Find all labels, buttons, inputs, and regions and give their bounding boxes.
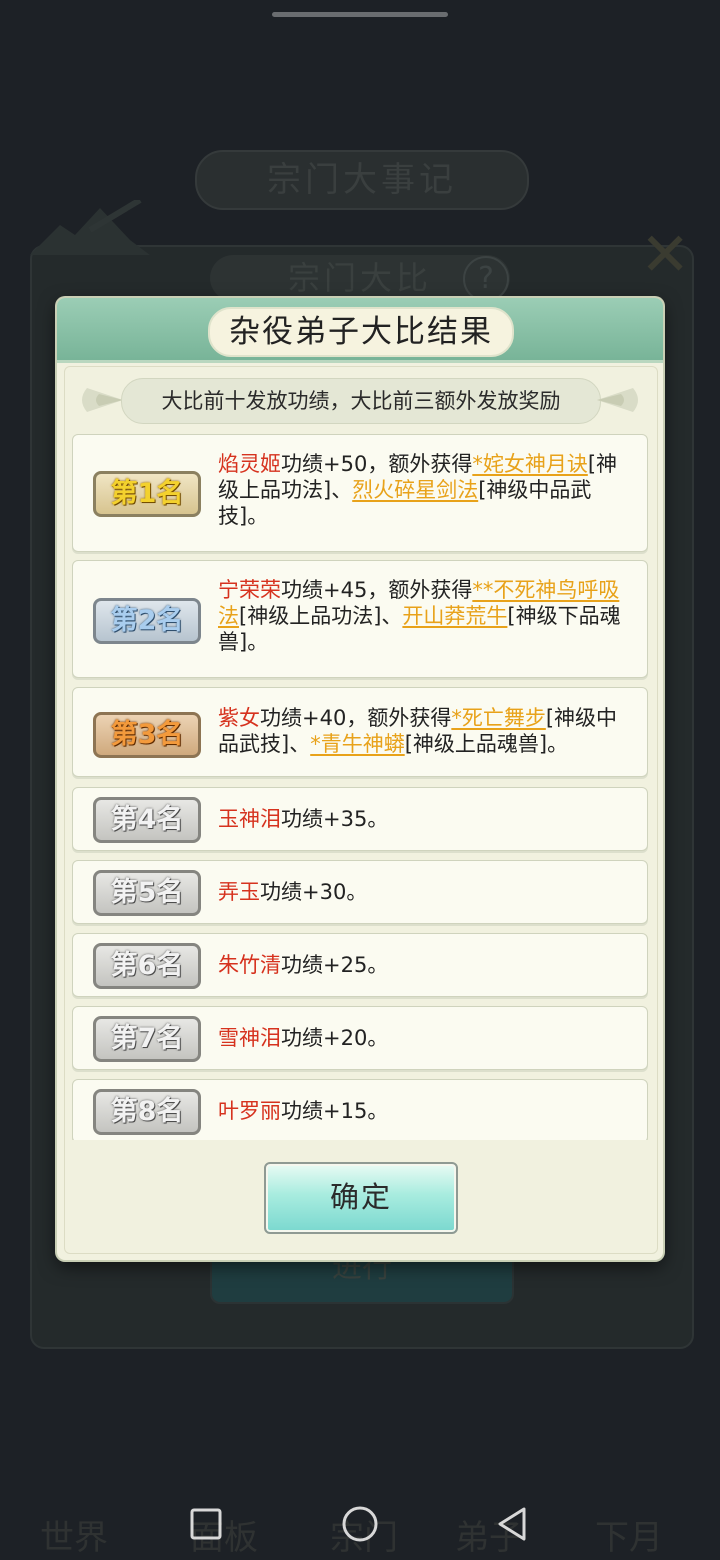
- reward-link[interactable]: 开山莽荒牛: [402, 604, 507, 628]
- rank-badge-4: 第4名: [93, 797, 201, 843]
- system-nav-bar: [0, 1490, 720, 1560]
- dialog-header: 杂役弟子大比结果: [57, 298, 663, 363]
- rank-badge-5: 第5名: [93, 870, 201, 916]
- question-icon[interactable]: ?: [463, 256, 509, 302]
- disciple-name: 叶罗丽: [218, 1099, 281, 1123]
- result-text-8: 叶罗丽功绩+15。: [218, 1099, 389, 1123]
- disciple-name: 雪神泪: [218, 1026, 281, 1050]
- close-icon[interactable]: ✕: [640, 225, 690, 285]
- disciple-name: 玉神泪: [218, 807, 281, 831]
- notice-text: 大比前十发放功绩，大比前三额外发放奖励: [121, 378, 601, 424]
- disciple-name: 焰灵姬: [218, 452, 281, 476]
- disciple-name: 朱竹清: [218, 953, 281, 977]
- reward-link[interactable]: *死亡舞步: [451, 706, 546, 730]
- rank-badge-3: 第3名: [93, 712, 201, 758]
- result-text-3: 紫女功绩+40，额外获得*死亡舞步[神级中品武技]、*青牛神蟒[神级上品魂兽]。: [218, 706, 618, 756]
- results-list[interactable]: 第1名 焰灵姬功绩+50，额外获得*姹女神月诀[神级上品功法]、烈火碎星剑法[神…: [72, 434, 648, 1140]
- result-row-4: 第4名 玉神泪功绩+35。: [72, 787, 648, 851]
- disciple-name: 宁荣荣: [218, 578, 281, 602]
- rank-badge-2: 第2名: [93, 598, 201, 644]
- rank-badge-1: 第1名: [93, 471, 201, 517]
- result-row-3: 第3名 紫女功绩+40，额外获得*死亡舞步[神级中品武技]、*青牛神蟒[神级上品…: [72, 687, 648, 777]
- rank-badge-8: 第8名: [93, 1089, 201, 1135]
- right-cloud-ornament-icon: [597, 388, 638, 412]
- result-text-2: 宁荣荣功绩+45，额外获得**不死神鸟呼吸法[神级上品功法]、开山莽荒牛[神级下…: [218, 578, 621, 654]
- result-row-2: 第2名 宁荣荣功绩+45，额外获得**不死神鸟呼吸法[神级上品功法]、开山莽荒牛…: [72, 560, 648, 678]
- left-cloud-ornament-icon: [82, 388, 123, 412]
- reward-link[interactable]: *青牛神蟒: [310, 732, 405, 756]
- result-row-6: 第6名 朱竹清功绩+25。: [72, 933, 648, 997]
- notice-banner: 大比前十发放功绩，大比前三额外发放奖励: [77, 374, 643, 426]
- event-log-title: 宗门大事记: [195, 150, 529, 210]
- result-text-1: 焰灵姬功绩+50，额外获得*姹女神月诀[神级上品功法]、烈火碎星剑法[神级中品武…: [218, 452, 618, 528]
- confirm-button[interactable]: 确定: [264, 1162, 458, 1234]
- reward-link[interactable]: *姹女神月诀: [472, 452, 588, 476]
- disciple-name: 弄玉: [218, 880, 260, 904]
- circle-icon[interactable]: [338, 1502, 382, 1546]
- mountain-sword-icon: [30, 200, 150, 255]
- result-row-8: 第8名 叶罗丽功绩+15。: [72, 1079, 648, 1140]
- result-row-7: 第7名 雪神泪功绩+20。: [72, 1006, 648, 1070]
- rank-badge-7: 第7名: [93, 1016, 201, 1062]
- rank-badge-6: 第6名: [93, 943, 201, 989]
- competition-results-dialog: 杂役弟子大比结果 大比前十发放功绩，大比前三额外发放奖励 第1名 焰灵姬功绩+5…: [57, 298, 663, 1260]
- dialog-title: 杂役弟子大比结果: [208, 307, 514, 357]
- square-icon[interactable]: [184, 1502, 228, 1546]
- result-text-7: 雪神泪功绩+20。: [218, 1026, 389, 1050]
- result-row-1: 第1名 焰灵姬功绩+50，额外获得*姹女神月诀[神级上品功法]、烈火碎星剑法[神…: [72, 434, 648, 552]
- result-text-5: 弄玉功绩+30。: [218, 880, 368, 904]
- triangle-back-icon[interactable]: [490, 1502, 534, 1546]
- disciple-name: 紫女: [218, 706, 260, 730]
- result-text-6: 朱竹清功绩+25。: [218, 953, 389, 977]
- reward-link[interactable]: 烈火碎星剑法: [352, 478, 478, 502]
- result-text-4: 玉神泪功绩+35。: [218, 807, 389, 831]
- result-row-5: 第5名 弄玉功绩+30。: [72, 860, 648, 924]
